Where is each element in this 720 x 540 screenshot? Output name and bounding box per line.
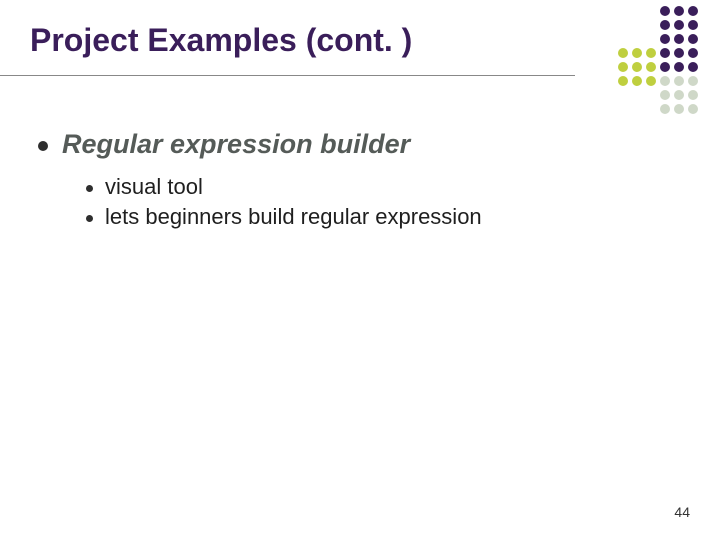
list-item-level2: lets beginners build regular expression [86, 204, 690, 230]
slide: Project Examples (cont. ) Regular expres… [0, 0, 720, 540]
level2-group: visual tool lets beginners build regular… [38, 174, 690, 230]
page-number: 44 [674, 504, 690, 520]
slide-title: Project Examples (cont. ) [30, 22, 690, 69]
list-item-level2: visual tool [86, 174, 690, 200]
level2-text: visual tool [105, 174, 203, 200]
level2-text: lets beginners build regular expression [105, 204, 482, 230]
corner-decoration [618, 6, 698, 114]
bullet-icon [86, 185, 93, 192]
slide-content: Regular expression builder visual tool l… [30, 129, 690, 230]
level1-text: Regular expression builder [62, 129, 410, 160]
title-underline [0, 75, 575, 76]
bullet-icon [38, 141, 48, 151]
bullet-icon [86, 215, 93, 222]
list-item-level1: Regular expression builder [38, 129, 690, 160]
